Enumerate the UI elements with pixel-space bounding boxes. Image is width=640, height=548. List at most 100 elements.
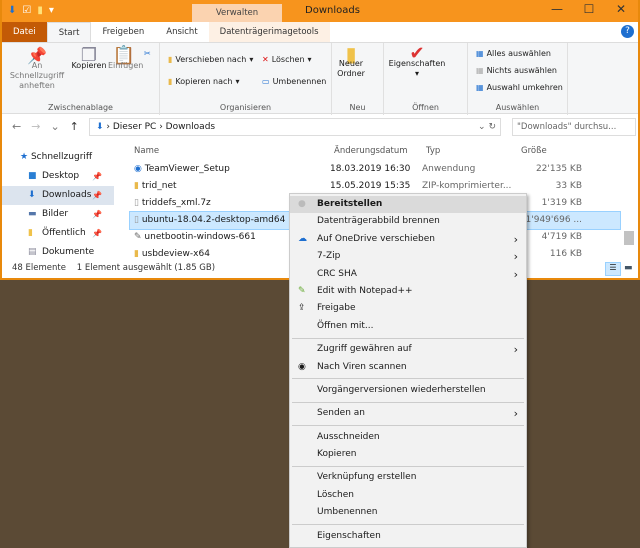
properties-button[interactable]: ✔ Eigenschaften ▾ xyxy=(388,43,446,79)
sidebar-item-documents[interactable]: ▤ Dokumente xyxy=(2,243,114,262)
address-bar[interactable]: ⬇ › Dieser PC › Downloads ⌄ ↻ xyxy=(89,118,501,136)
chevron-down-icon[interactable]: ▾ xyxy=(49,5,54,16)
back-icon[interactable]: ← xyxy=(12,120,21,133)
menu-item-open-with[interactable]: Öffnen mit... xyxy=(290,318,526,335)
notepad-icon: ✎ xyxy=(298,285,306,296)
file-row[interactable]: ◉ TeamViewer_Setup 18.03.2019 16:30 Anwend… xyxy=(130,161,620,178)
menu-item-rename[interactable]: Umbenennen xyxy=(290,504,526,521)
tab-view[interactable]: Ansicht xyxy=(155,22,208,42)
menu-item-7zip[interactable]: 7-Zip › xyxy=(290,248,526,265)
help-icon[interactable]: ? xyxy=(621,25,634,38)
window-title: Downloads xyxy=(305,5,360,16)
copy-icon: ❐ xyxy=(80,45,98,66)
folder-icon[interactable]: ▮ xyxy=(37,5,43,16)
breadcrumb-this-pc[interactable]: Dieser PC xyxy=(113,122,156,132)
share-icon: ⇪ xyxy=(298,303,306,314)
disc-icon: ● xyxy=(298,199,306,209)
menu-item-send-to[interactable]: Senden an › xyxy=(290,405,526,422)
recent-icon[interactable]: ⌄ xyxy=(50,120,59,133)
copy-button[interactable]: ❐ Kopieren xyxy=(70,45,108,71)
antivirus-icon: ◉ xyxy=(298,361,306,372)
menu-separator xyxy=(292,465,524,467)
menu-item-burn[interactable]: Datenträgerabbild brennen xyxy=(290,213,526,230)
menu-item-create-shortcut[interactable]: Verknüpfung erstellen xyxy=(290,469,526,486)
menu-item-give-access[interactable]: Zugriff gewähren auf › xyxy=(290,341,526,358)
forward-icon[interactable]: → xyxy=(31,120,40,133)
sidebar-item-downloads[interactable]: ⬇ Downloads 📌 xyxy=(2,186,114,205)
copy-to-button[interactable]: ▮ Kopieren nach ▾ xyxy=(168,77,239,86)
group-open: ✔ Eigenschaften ▾ Öffnen xyxy=(384,43,468,115)
checkmark-icon: ✔ xyxy=(409,43,425,64)
menu-item-virus-scan[interactable]: ◉ Nach Viren scannen xyxy=(290,359,526,376)
sidebar-item-pictures[interactable]: ▬ Bilder 📌 xyxy=(2,205,114,224)
invert-selection-button[interactable]: ▦ Auswahl umkehren xyxy=(476,83,563,92)
column-size[interactable]: Größe xyxy=(521,141,586,161)
sidebar-item-quick-access[interactable]: ★ Schnellzugriff xyxy=(2,148,114,167)
menu-item-crc-sha[interactable]: CRC SHA › xyxy=(290,266,526,283)
group-label: Organisieren xyxy=(219,103,272,112)
context-tab-manage: Verwalten xyxy=(192,4,282,22)
menu-item-properties[interactable]: Eigenschaften xyxy=(290,528,526,545)
close-button[interactable]: ✕ xyxy=(606,2,636,16)
group-new: ▮ Neuer Ordner Neu xyxy=(332,43,384,115)
group-label: Auswählen xyxy=(495,103,540,112)
chevron-right-icon: › xyxy=(513,232,518,246)
chevron-right-icon: › xyxy=(513,250,518,264)
paste-button[interactable]: 📋 Einfügen xyxy=(108,47,143,71)
column-headers: Name Änderungsdatum Typ Größe xyxy=(130,141,620,161)
navigation-pane: ★ Schnellzugriff ■ Desktop 📌 ⬇ Downloads 📌 ▬… xyxy=(2,140,114,262)
menu-item-restore-versions[interactable]: Vorgängerversionen wiederherstellen xyxy=(290,382,526,399)
folder-icon: ▮ xyxy=(28,228,33,238)
tab-share[interactable]: Freigeben xyxy=(91,22,155,42)
tab-start[interactable]: Start xyxy=(46,21,92,43)
sidebar-item-public[interactable]: ▮ Öffentlich 📌 xyxy=(2,224,114,243)
breadcrumb-downloads[interactable]: Downloads xyxy=(166,122,215,132)
menu-item-onedrive[interactable]: ☁ Auf OneDrive verschieben › xyxy=(290,231,526,248)
menu-item-share[interactable]: ⇪ Freigabe xyxy=(290,300,526,317)
menu-item-delete[interactable]: Löschen xyxy=(290,487,526,504)
move-to-button[interactable]: ▮ Verschieben nach ▾ xyxy=(168,55,253,64)
chevron-right-icon: › xyxy=(513,407,518,421)
folder-icon: ▮ xyxy=(345,42,357,66)
star-icon: ★ xyxy=(20,152,29,162)
pin-quick-access-button[interactable]: 📌 An Schnellzugriff anheften xyxy=(6,48,68,91)
up-icon[interactable]: ↑ xyxy=(70,120,79,133)
menu-item-mount[interactable]: ● Bereitstellen xyxy=(290,196,526,214)
status-bar: 48 Elemente 1 Element ausgewählt (1.85 G… xyxy=(12,263,215,273)
menu-item-notepad[interactable]: ✎ Edit with Notepad++ xyxy=(290,283,526,300)
menu-item-cut[interactable]: Ausschneiden xyxy=(290,429,526,446)
quick-access-toolbar: ⬇ ☑ ▮ ▾ xyxy=(8,5,54,16)
rename-icon: ▭ xyxy=(262,77,270,86)
rename-button[interactable]: ▭ Umbenennen xyxy=(262,77,326,86)
new-folder-button[interactable]: ▮ Neuer Ordner xyxy=(334,42,368,79)
menu-separator xyxy=(292,378,524,380)
column-name[interactable]: Name xyxy=(130,141,330,161)
chevron-right-icon: › xyxy=(513,343,518,357)
minimize-button[interactable]: — xyxy=(542,2,572,16)
cloud-icon: ☁ xyxy=(298,233,307,244)
refresh-icon[interactable]: ⌄ ↻ xyxy=(478,119,496,135)
tab-file[interactable]: Datei xyxy=(2,22,47,42)
file-icon: ▯ xyxy=(134,198,139,208)
group-label: Zwischenablage xyxy=(48,103,113,112)
select-all-button[interactable]: ▦ Alles auswählen xyxy=(476,49,551,58)
tab-disk-image-tools[interactable]: Datenträgerimagetools xyxy=(208,22,330,42)
sidebar-item-desktop[interactable]: ■ Desktop 📌 xyxy=(2,167,114,186)
vertical-scrollbar[interactable] xyxy=(624,141,636,261)
details-view-icon[interactable]: ☰ xyxy=(605,262,621,276)
column-type[interactable]: Typ xyxy=(426,141,521,161)
large-icons-view-icon[interactable]: ▬ xyxy=(624,263,633,273)
menu-item-copy[interactable]: Kopieren xyxy=(290,446,526,463)
column-date[interactable]: Änderungsdatum xyxy=(334,141,426,161)
select-none-button[interactable]: ▦ Nichts auswählen xyxy=(476,66,557,75)
navigation-buttons: ← → ⌄ ↑ xyxy=(12,120,79,133)
search-input[interactable]: "Downloads" durchsu... xyxy=(512,118,636,136)
cut-icon[interactable]: ✂ xyxy=(144,49,151,58)
chevron-right-icon: › xyxy=(513,267,518,281)
properties-icon[interactable]: ☑ xyxy=(22,5,31,16)
selection-info: 1 Element ausgewählt (1.85 GB) xyxy=(76,263,216,273)
documents-icon: ▤ xyxy=(28,247,37,257)
download-icon[interactable]: ⬇ xyxy=(8,5,16,16)
maximize-button[interactable]: ☐ xyxy=(574,2,604,16)
delete-button[interactable]: ✕ Löschen ▾ xyxy=(262,55,312,64)
